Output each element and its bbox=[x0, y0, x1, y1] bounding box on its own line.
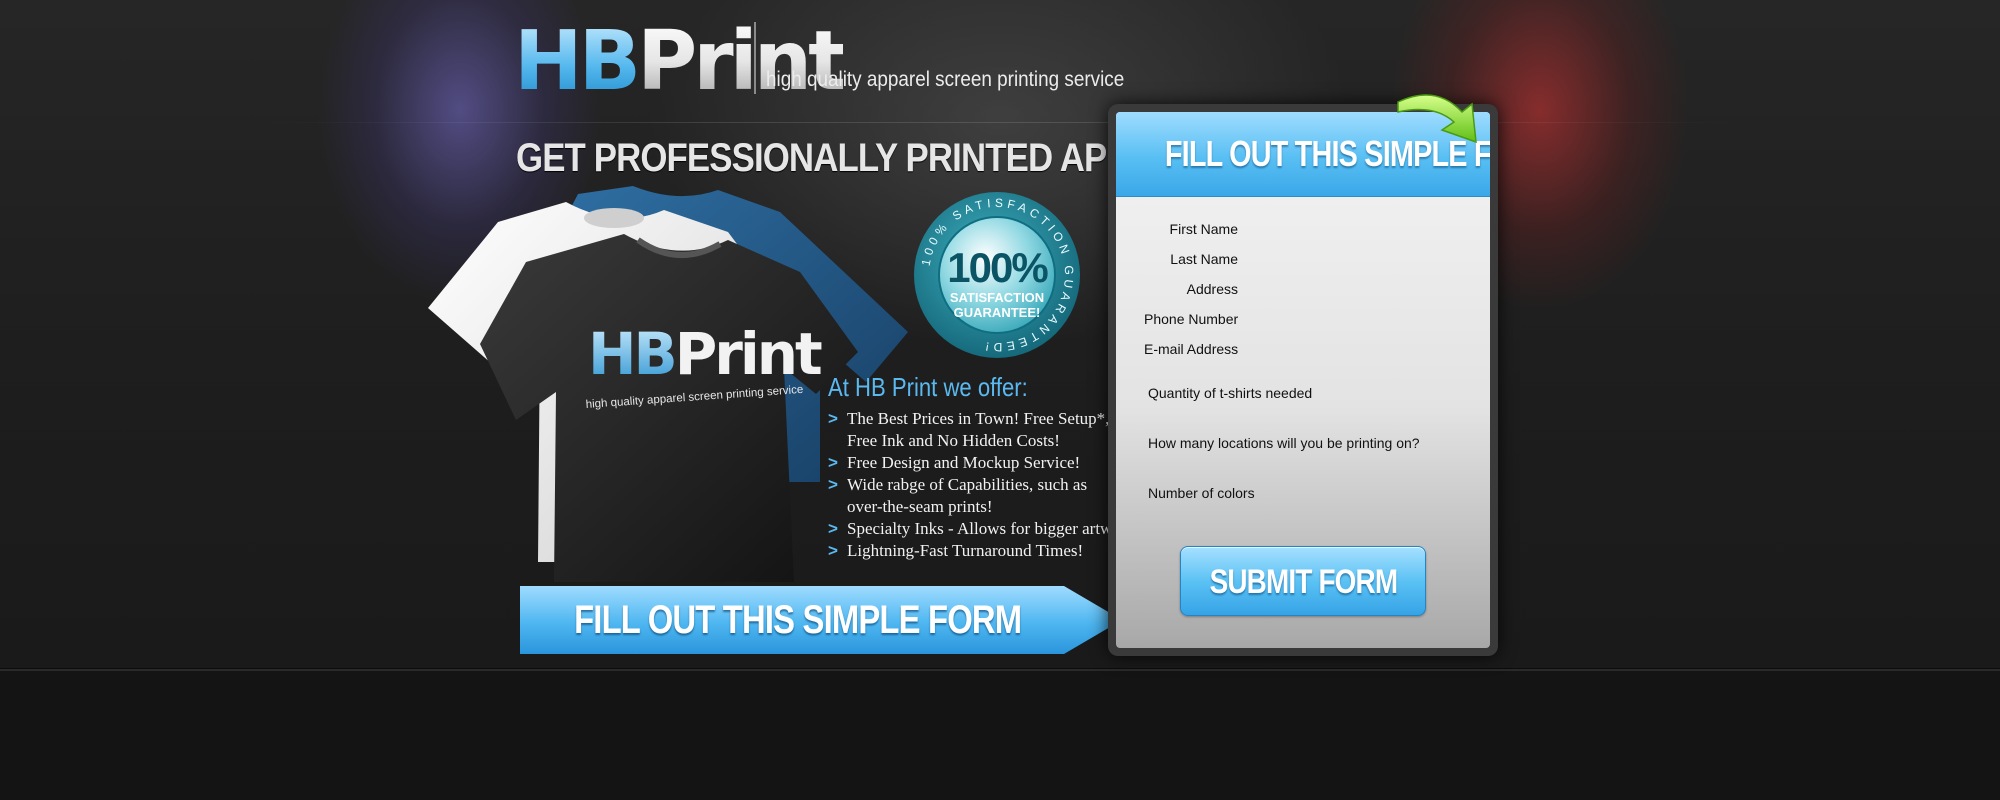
badge-percent: 100% bbox=[947, 244, 1048, 291]
submit-form-label: SUBMIT FORM bbox=[1209, 563, 1397, 601]
chevron-right-icon: > bbox=[828, 541, 838, 560]
offer-item: > Wide rabge of Capabilities, such as bbox=[828, 474, 1141, 496]
offer-item-continued: over-the-seam prints! bbox=[828, 496, 1141, 518]
quantity-label: Quantity of t-shirts needed bbox=[1148, 385, 1313, 401]
offer-item: > Lightning-Fast Turnaround Times! bbox=[828, 540, 1141, 562]
site-tagline: high quality apparel screen printing ser… bbox=[766, 68, 1125, 91]
shirt-logo-print: Print bbox=[675, 320, 822, 388]
logo-divider bbox=[754, 22, 756, 94]
hero-bottom-edge bbox=[0, 668, 2000, 671]
offer-text: Free Ink and No Hidden Costs! bbox=[847, 431, 1060, 450]
svg-text:HBPrint: HBPrint bbox=[588, 320, 822, 388]
satisfaction-badge: 100% SATISFACTION GUARANTEED! 100% SATIS… bbox=[914, 192, 1080, 358]
submit-form-button[interactable]: SUBMIT FORM bbox=[1180, 546, 1426, 616]
site-logo[interactable]: HBPrint bbox=[514, 12, 847, 112]
badge-line2: GUARANTEE! bbox=[954, 305, 1041, 320]
chevron-right-icon: > bbox=[828, 475, 838, 494]
offer-text: Free Design and Mockup Service! bbox=[847, 453, 1081, 472]
fill-form-banner[interactable]: FILL OUT THIS SIMPLE FORM bbox=[520, 586, 1122, 654]
chevron-right-icon: > bbox=[828, 519, 838, 538]
curved-arrow-icon bbox=[1397, 94, 1477, 144]
offer-text: over-the-seam prints! bbox=[847, 497, 993, 516]
last-name-label: Last Name bbox=[1170, 251, 1238, 267]
address-label: Address bbox=[1186, 281, 1238, 297]
logo-hb: HB bbox=[514, 14, 641, 109]
offers-list: > The Best Prices in Town! Free Setup*, Fr… bbox=[828, 408, 1141, 562]
offer-text: The Best Prices in Town! Free Setup*, bbox=[847, 409, 1110, 428]
offer-text: Lightning-Fast Turnaround Times! bbox=[847, 541, 1084, 560]
phone-label: Phone Number bbox=[1144, 311, 1239, 327]
offer-text: Wide rabge of Capabilities, such as bbox=[847, 475, 1088, 494]
offer-item-continued: Free Ink and No Hidden Costs! bbox=[828, 430, 1141, 452]
chevron-right-icon: > bbox=[828, 409, 838, 428]
offer-item: > Specialty Inks - Allows for bigger artw… bbox=[828, 518, 1141, 540]
logo-print: Print bbox=[637, 14, 847, 109]
offers-title: At HB Print we offer: bbox=[828, 372, 1028, 402]
email-label: E-mail Address bbox=[1144, 341, 1239, 357]
offer-item: > The Best Prices in Town! Free Setup*, bbox=[828, 408, 1141, 430]
first-name-label: First Name bbox=[1169, 221, 1238, 237]
locations-label: How many locations will you be printing … bbox=[1148, 435, 1420, 451]
fill-form-banner-label: FILL OUT THIS SIMPLE FORM bbox=[574, 598, 1022, 642]
offer-text: Specialty Inks - Allows for bigger artwo… bbox=[847, 519, 1141, 538]
badge-line1: SATISFACTION bbox=[950, 290, 1044, 305]
shirt-logo-hb: HB bbox=[588, 320, 675, 388]
offer-item: > Free Design and Mockup Service! bbox=[828, 452, 1141, 474]
chevron-right-icon: > bbox=[828, 453, 838, 472]
header-divider bbox=[260, 122, 1740, 123]
colors-label: Number of colors bbox=[1148, 485, 1255, 501]
